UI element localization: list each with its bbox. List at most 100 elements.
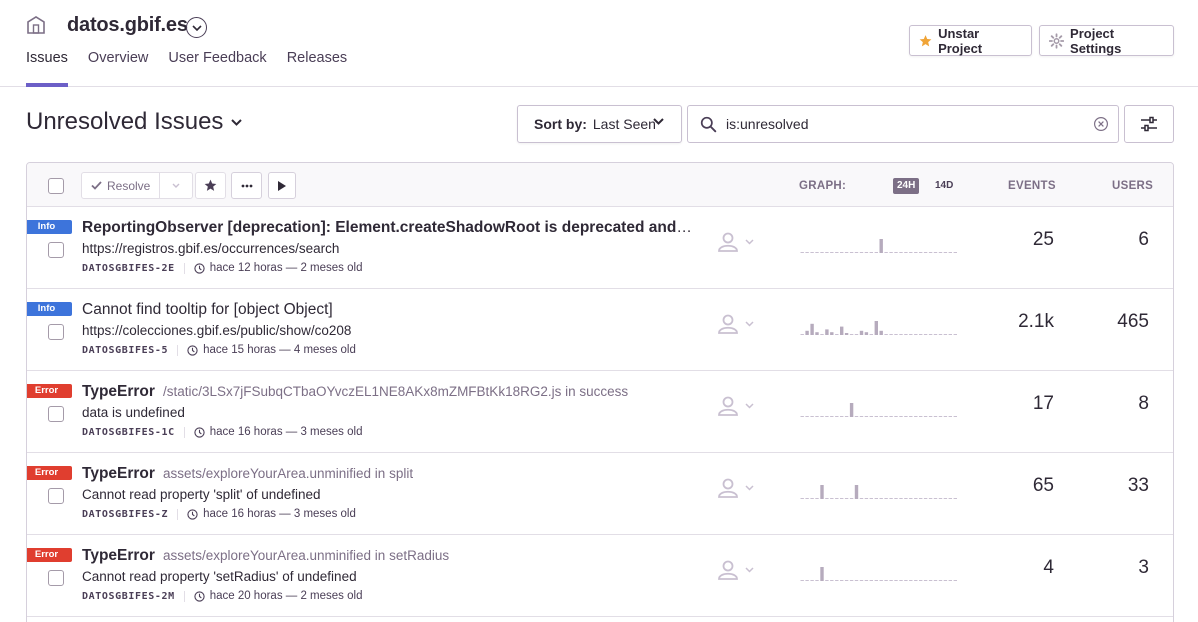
tab-overview[interactable]: Overview (88, 50, 148, 87)
sparkline-bar (879, 330, 883, 335)
chevron-down-icon (172, 183, 180, 188)
sparkline-bar (874, 416, 878, 417)
assignee-selector[interactable] (717, 396, 754, 416)
project-settings-label: Project Settings (1070, 25, 1122, 56)
user-icon (718, 478, 738, 498)
bookmark-button[interactable] (195, 172, 226, 199)
issue-short-id[interactable]: DATOSGBIFES-5 (82, 344, 179, 356)
issue-checkbox[interactable] (48, 324, 64, 340)
sparkline-bar (914, 252, 918, 253)
select-all-checkbox[interactable] (48, 178, 64, 194)
realtime-play-button[interactable] (268, 172, 296, 199)
unstar-project-button[interactable]: Unstar Project (909, 25, 1032, 56)
issue-title[interactable]: TypeError assets/exploreYourArea.unminifi… (82, 465, 413, 483)
issue-title[interactable]: Cannot find tooltip for [object Object] (82, 301, 341, 319)
sparkline-bar (894, 334, 898, 335)
sparkline-bar (933, 252, 938, 253)
star-icon (204, 179, 217, 191)
user-icon (718, 560, 738, 580)
sparkline-bar (869, 334, 873, 335)
sparkline-bar (859, 580, 864, 581)
more-actions-button[interactable] (231, 172, 262, 199)
issue-row[interactable]: Error TypeError assets/exploreYourArea.un… (27, 535, 1173, 617)
project-settings-button[interactable]: Project Settings (1039, 25, 1174, 56)
level-badge: Error (27, 384, 72, 398)
issue-short-id[interactable]: DATOSGBIFES-Z (82, 508, 179, 520)
issue-location: assets/exploreYourArea.unminified in spl… (162, 466, 414, 481)
tab-releases[interactable]: Releases (287, 50, 347, 87)
issue-message: https://registros.gbif.es/occurrences/se… (82, 241, 340, 256)
sparkline-bar (849, 334, 854, 335)
issue-short-id[interactable]: DATOSGBIFES-1C (82, 426, 185, 438)
issue-users-count: 8 (1138, 393, 1149, 414)
sparkline-bar (894, 498, 898, 499)
sparkline-bar (805, 416, 809, 417)
clear-search-icon[interactable] (1093, 116, 1109, 132)
page-title[interactable]: Unresolved Issues (26, 108, 243, 136)
filter-settings-button[interactable] (1124, 105, 1174, 143)
level-badge: Error (27, 466, 72, 480)
issue-checkbox[interactable] (48, 406, 64, 422)
project-name[interactable]: datos.gbif.es (67, 14, 188, 37)
resolve-button[interactable]: Resolve (82, 173, 160, 198)
sparkline-bar (825, 329, 829, 335)
sparkline-bar (815, 252, 819, 253)
sparkline-bar (933, 580, 938, 581)
sparkline-bar (889, 252, 893, 253)
sparkline-bar (859, 252, 864, 253)
issue-message: https://colecciones.gbif.es/public/show/… (82, 323, 352, 338)
assignee-selector[interactable] (717, 478, 754, 498)
clock-icon (194, 590, 205, 602)
sparkline-bar (825, 252, 829, 253)
sparkline-bar (943, 416, 948, 417)
sparkline-bar (840, 326, 844, 335)
sparkline-bar (953, 416, 957, 417)
tab-user-feedback[interactable]: User Feedback (168, 50, 266, 87)
issue-title[interactable]: TypeError/static/3LSx7jFSubqCTbaOYvczEL1… (82, 383, 628, 401)
assignee-selector[interactable] (717, 314, 754, 334)
issue-title[interactable]: TypeError assets/exploreYourArea.unminifi… (82, 547, 449, 565)
sparkline-bar (914, 334, 918, 335)
assignee-selector[interactable] (717, 560, 754, 580)
sparkline-bar (923, 252, 928, 253)
search-input[interactable]: is:unresolved (687, 105, 1119, 143)
user-icon (718, 232, 738, 252)
sparkline-bar (805, 580, 809, 581)
sparkline-bar (854, 485, 859, 499)
sparkline-bar (830, 416, 834, 417)
project-dropdown-button[interactable] (186, 17, 207, 38)
sparkline-bar (938, 580, 943, 581)
issue-checkbox[interactable] (48, 488, 64, 504)
issue-row[interactable]: Error TypeError/static/3LSx7jFSubqCTbaOY… (27, 371, 1173, 453)
issue-row[interactable]: Info Cannot find tooltip for [object Obj… (27, 289, 1173, 371)
sort-by-dropdown[interactable]: Sort by: Last Seen (517, 105, 682, 143)
sparkline-bar (884, 252, 888, 253)
sparkline-bar (948, 416, 952, 417)
tab-issues[interactable]: Issues (26, 50, 68, 87)
sparkline-bar (948, 252, 952, 253)
sparkline-bar (943, 580, 948, 581)
issue-message: Cannot read property 'split' of undefine… (82, 487, 321, 502)
issue-title-text: Cannot find tooltip for [object Object] (82, 301, 333, 318)
graph-toggle-14d[interactable]: 14D (935, 178, 953, 194)
issue-short-id[interactable]: DATOSGBIFES-2E (82, 262, 185, 274)
sparkline-bar (879, 239, 883, 253)
chevron-down-icon (191, 24, 202, 31)
sparkline-bar (830, 332, 834, 335)
issue-title[interactable]: ReportingObserver [deprecation]: Element… (82, 219, 692, 237)
issue-list-panel: Resolve GRAPH: 24H 14D EVENTS USERS Info… (26, 162, 1174, 622)
sparkline-bar (904, 498, 908, 499)
sparkline-bar (864, 498, 869, 499)
sparkline-bar (953, 334, 957, 335)
sparkline-bar (914, 580, 918, 581)
resolve-dropdown-button[interactable] (160, 173, 192, 198)
issue-row[interactable]: Error TypeError assets/exploreYourArea.un… (27, 453, 1173, 535)
issue-checkbox[interactable] (48, 242, 64, 258)
issue-short-id[interactable]: DATOSGBIFES-2M (82, 590, 185, 602)
sparkline-bar (894, 416, 898, 417)
issue-row[interactable]: Info ReportingObserver [deprecation]: El… (27, 207, 1173, 289)
issue-checkbox[interactable] (48, 570, 64, 586)
chevron-down-icon (745, 485, 754, 491)
assignee-selector[interactable] (717, 232, 754, 252)
graph-toggle-24h[interactable]: 24H (893, 178, 920, 194)
